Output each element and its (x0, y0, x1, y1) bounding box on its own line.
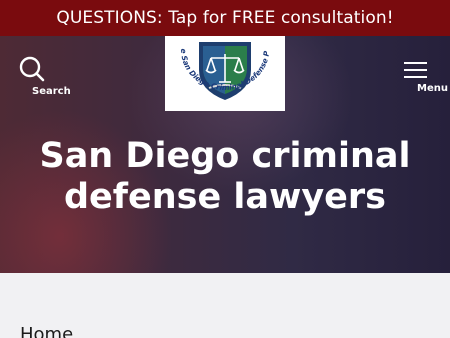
hero-header: Search e San Diego Criminal Defense P Me… (0, 36, 450, 273)
search-button[interactable]: Search (16, 56, 78, 102)
logo-graphic: The San Diego Criminal Defense Pros (162, 36, 271, 100)
search-label: Search (32, 86, 71, 97)
site-logo[interactable]: The San Diego Criminal Defense Pros (162, 36, 285, 111)
menu-button[interactable]: Menu (400, 60, 450, 100)
hamburger-icon (404, 62, 427, 83)
consultation-banner-text: QUESTIONS: Tap for FREE consultation! (56, 8, 394, 28)
menu-label: Menu (417, 83, 448, 94)
page-title: San Diego criminal defense lawyers (39, 136, 411, 217)
consultation-banner[interactable]: QUESTIONS: Tap for FREE consultation! (0, 0, 450, 36)
breadcrumb-home-link[interactable]: Home (20, 324, 73, 338)
search-icon (19, 56, 45, 82)
breadcrumb: Home (0, 273, 450, 338)
